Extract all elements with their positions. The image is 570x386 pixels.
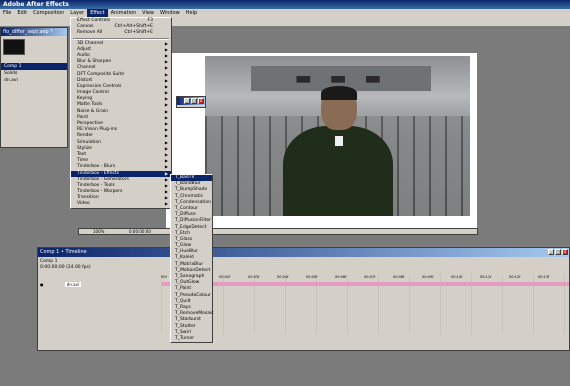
comp-time-display[interactable]: 0:00:00:00 <box>129 229 151 234</box>
person-hair <box>321 86 357 100</box>
timeline-tick: 00:09f <box>422 275 434 279</box>
menu-item-label: Blur & Sharpen <box>77 59 112 65</box>
menu-item-label: Effect Controls <box>77 18 110 23</box>
timeline-tick: 00:03f <box>248 275 260 279</box>
timeline-tick: 00:02f <box>219 275 231 279</box>
menu-item-label: Transition <box>77 195 99 201</box>
effect-menu-item[interactable]: Video ▶ <box>71 201 171 207</box>
taskbar <box>0 378 570 386</box>
menu-item-label: Canvas <box>77 24 94 30</box>
comp-window-frame: 100% 0:00:00:00 <box>78 228 478 235</box>
project-item[interactable]: dn.avi <box>1 77 67 84</box>
timeline-tick: 00:10f <box>451 275 463 279</box>
timeline-tick: 00:13f <box>538 275 550 279</box>
effect-menu: Effect Controls F3 Canvas Ctrl+Alt+Shift+E R… <box>70 17 172 209</box>
timeline-tab[interactable]: Comp 1 <box>40 259 57 264</box>
menu-item-label: Tinderbox - Effects <box>77 170 120 176</box>
timeline-ruler[interactable]: 00f00:01f00:02f00:03f00:04f00:05f00:06f0… <box>161 275 569 281</box>
project-thumbnail <box>3 39 25 55</box>
menu-item-label: Time <box>77 158 89 164</box>
menu-item-label: Audio <box>77 52 90 58</box>
effect-menu-item[interactable]: Remove All Ctrl+Shift+E <box>71 30 171 36</box>
menu-item-label: Tinderbox - Tools <box>77 182 115 188</box>
info-panel-title[interactable]: _ □ x <box>177 97 205 105</box>
project-item-list: Comp 1 Solids dn.avi <box>1 63 67 84</box>
layer-name[interactable]: dn.avi <box>64 282 82 287</box>
timeline-tick: 00:12f <box>509 275 521 279</box>
minimize-icon[interactable]: _ <box>184 98 190 104</box>
menu-item-label: RE:Vision Plug-ins <box>77 127 118 133</box>
menu-separator <box>73 37 169 40</box>
menu-item-label: Image Control <box>77 90 109 96</box>
person-shape <box>283 86 393 216</box>
timeline-panel: Comp 1 • Timeline _ □ x Comp 1 0:00:00:00 … <box>37 247 570 351</box>
close-icon[interactable]: x <box>562 249 568 255</box>
zoom-display[interactable]: 100% <box>93 229 104 234</box>
info-panel: _ □ x <box>176 96 206 108</box>
menu-item-label: Adjust <box>77 46 92 52</box>
maximize-icon[interactable]: □ <box>555 249 561 255</box>
submenu-arrow-icon: ▶ <box>164 201 168 207</box>
timeline-tick: 00:11f <box>480 275 492 279</box>
minimize-icon[interactable]: _ <box>548 249 554 255</box>
menu-item-label: Perspective <box>77 121 104 126</box>
timeline-title[interactable]: Comp 1 • Timeline _ □ x <box>38 248 569 257</box>
menu-item-label: Simulation <box>77 139 101 145</box>
project-panel-title[interactable]: flo_differ_sepr.aep * <box>1 28 67 36</box>
menu-item-label: Text <box>77 151 87 157</box>
menu-item-label: Tinderbox - Blurs <box>77 164 116 170</box>
menu-item-label: DFT Composite Suite <box>77 71 125 77</box>
app-title: Adobe After Effects <box>3 1 69 8</box>
menu-item-label: Expression Controls <box>77 83 122 89</box>
menu-item-label: Distort <box>77 77 93 83</box>
menu-file[interactable]: File <box>0 9 14 18</box>
menu-item-label: Tinderbox - Warpers <box>77 189 123 195</box>
menu-item-label: Render <box>77 133 94 139</box>
menu-item-shortcut: Ctrl+Shift+E <box>124 30 153 36</box>
layer-row[interactable]: ● dn.avi <box>40 282 160 287</box>
timeline-time-display[interactable]: 0:00:00:00 (24.00 fps) <box>40 265 91 270</box>
project-item[interactable]: Comp 1 <box>1 63 67 70</box>
menu-item-label: Matte Tools <box>77 102 103 108</box>
composition-viewer-frame[interactable]: ▬ ▬ ▬ <box>205 56 470 216</box>
menu-item-label: Keying <box>77 96 93 102</box>
menu-item-label: Stylize <box>77 145 92 151</box>
project-panel: flo_differ_sepr.aep * Comp 1 Solids dn.avi <box>0 27 68 148</box>
tinderbox-effects-submenu: T_BadTV T_BandBlur T_BumpShade T_Chromatic T… <box>170 174 214 344</box>
app-title-bar: Adobe After Effects <box>0 0 570 9</box>
project-item[interactable]: Solids <box>1 70 67 77</box>
timeline-tick: 00:06f <box>335 275 347 279</box>
menu-composition[interactable]: Composition <box>30 9 67 18</box>
close-icon[interactable]: x <box>198 98 204 104</box>
maximize-icon[interactable]: □ <box>191 98 197 104</box>
menu-item-label: 3D Channel <box>77 40 104 46</box>
timeline-tick: 00:05f <box>306 275 318 279</box>
timeline-tick: 00:08f <box>393 275 405 279</box>
menu-item-label: Remove All <box>77 30 103 36</box>
microphone-icon <box>335 136 343 146</box>
timeline-tick: 00:07f <box>364 275 376 279</box>
menu-item-label: Channel <box>77 65 96 71</box>
menu-edit[interactable]: Edit <box>14 9 30 18</box>
menu-item-label: Paint <box>77 114 89 120</box>
layer-duration-bar[interactable] <box>161 282 569 286</box>
menu-item-label: Tinderbox - Generators <box>77 176 130 182</box>
timeline-tick: 00:04f <box>277 275 289 279</box>
eye-icon[interactable]: ● <box>40 282 44 287</box>
menu-help[interactable]: Help <box>183 9 200 18</box>
submenu-item[interactable]: T_Turner <box>171 336 212 342</box>
menu-item-label: Video <box>77 201 90 207</box>
menu-item-label: Noise & Grain <box>77 108 109 114</box>
